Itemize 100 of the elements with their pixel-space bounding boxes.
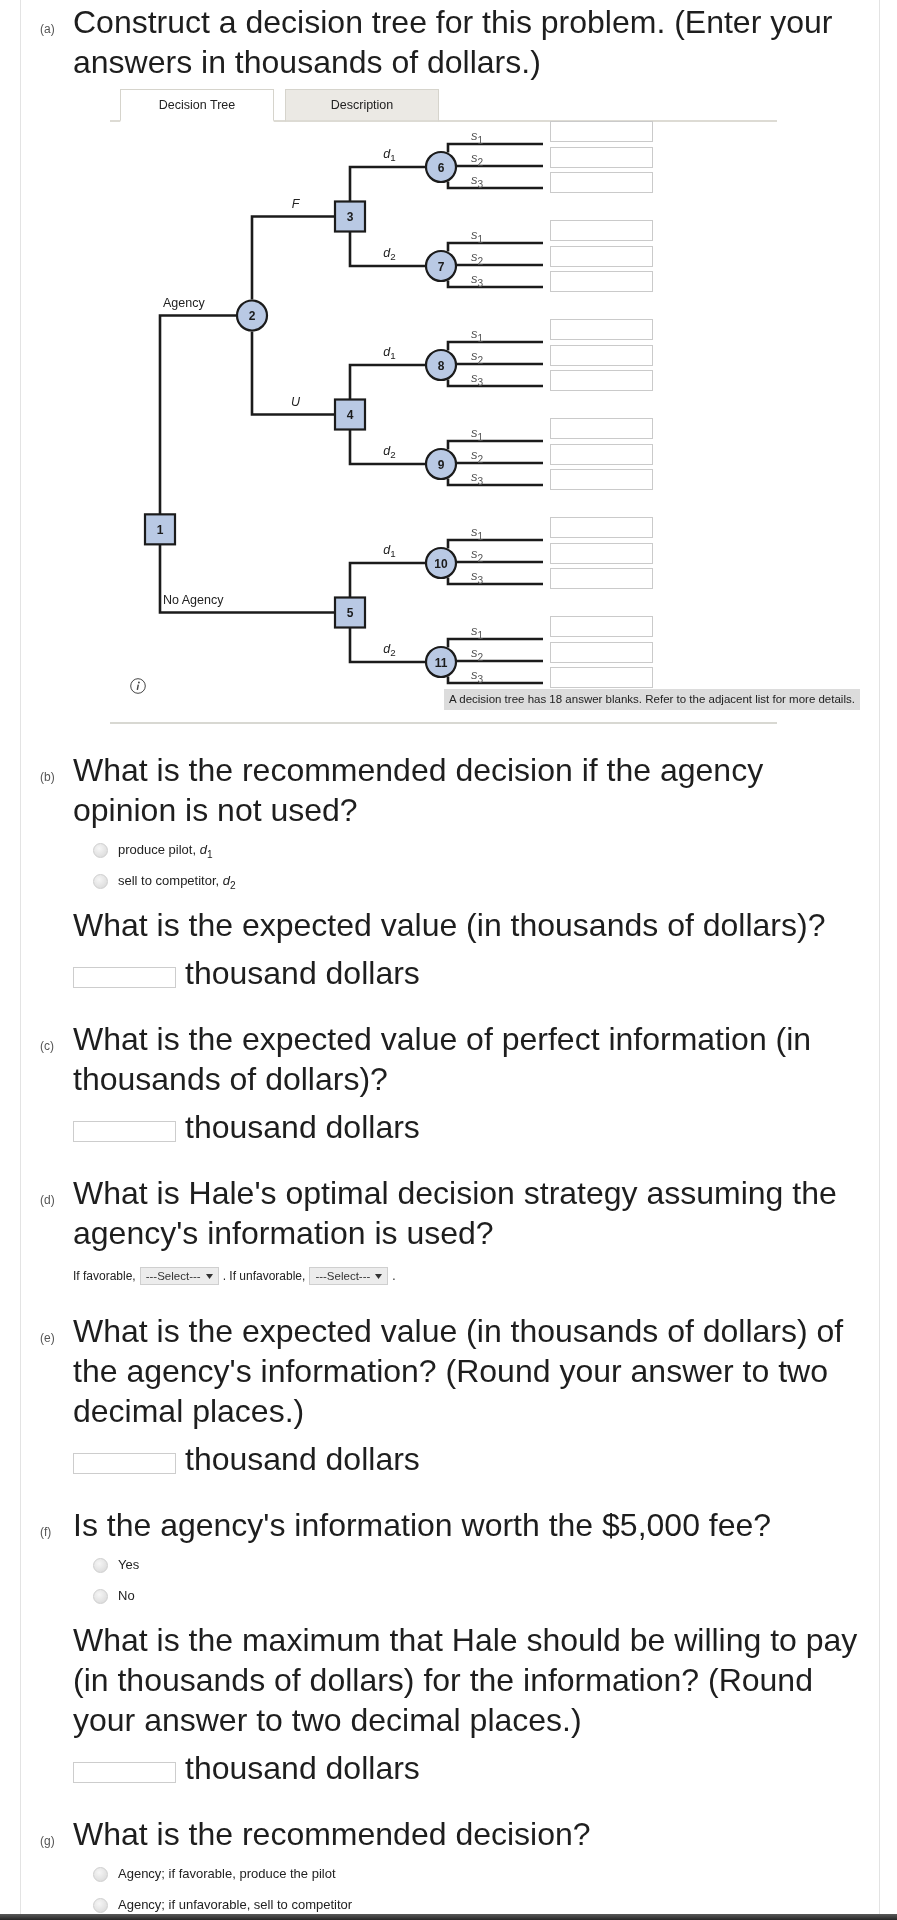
branch-label: U: [291, 394, 300, 410]
outcome-label: s$_{1}$: [470, 129, 484, 143]
caret-icon: [205, 1273, 213, 1279]
answer-box[interactable]: [550, 121, 653, 142]
dropdown[interactable]: ---Select---: [139, 1267, 219, 1285]
answer-box[interactable]: [550, 146, 653, 168]
outcome-label: s$_{1}$: [470, 624, 484, 638]
outcome-label: s$_{1}$: [470, 525, 484, 539]
outcome-label: s$_{3}$: [470, 668, 484, 682]
outcome-label: s$_{1}$: [470, 426, 484, 440]
tab[interactable]: Decision Tree: [120, 89, 274, 122]
answer-field[interactable]: [73, 1121, 176, 1142]
decision-node: 4: [333, 398, 367, 431]
question-text: What is the expected value of perfect information (in thousands of dollars)?: [73, 1020, 813, 1099]
answer-field[interactable]: [73, 1762, 176, 1783]
answer-box[interactable]: [550, 443, 653, 465]
question-text: What is Hale's optimal decision strategy assuming the agency's information is used?: [73, 1174, 838, 1253]
decision-node: 3: [333, 200, 367, 233]
radio-button[interactable]: [93, 1897, 108, 1913]
answer-box[interactable]: [550, 220, 653, 241]
part-label: (e): [40, 1331, 56, 1345]
option-label[interactable]: Yes: [118, 1557, 140, 1573]
part-label: (a): [40, 22, 56, 36]
outcome-label: s$_{2}$: [470, 646, 484, 660]
branch-label: d$_{1}$: [383, 345, 396, 360]
outcome-label: s$_{3}$: [470, 371, 484, 385]
question-text: What is the maximum that Hale should be willing to pay (in thousands of dollars) for the information? (Round your answer to two decimal places.): [73, 1621, 859, 1740]
chance-node: 7: [424, 249, 458, 283]
outcome-label: s$_{3}$: [470, 569, 484, 583]
answer-box[interactable]: [550, 641, 653, 663]
branch-label: d$_{2}$: [383, 246, 396, 261]
question-text: What is the recommended decision if the agency opinion is not used?: [73, 751, 765, 830]
unit-label: thousand dollars: [185, 1108, 420, 1147]
answer-field[interactable]: [73, 1453, 176, 1474]
answer-box[interactable]: [550, 469, 653, 490]
tab[interactable]: Description: [285, 89, 439, 122]
branch-label: d$_{1}$: [383, 147, 396, 162]
part-label: (b): [40, 770, 56, 784]
option-label[interactable]: sell to competitor, d$_{2}$: [118, 873, 236, 889]
branch-label: d$_{1}$: [383, 543, 396, 558]
answer-box[interactable]: [550, 271, 653, 292]
dropdown[interactable]: ---Select---: [309, 1267, 389, 1285]
info-icon[interactable]: [130, 678, 146, 694]
chance-node: 8: [424, 348, 458, 382]
answer-box[interactable]: [550, 319, 653, 340]
answer-box[interactable]: [550, 667, 653, 688]
outcome-label: s$_{1}$: [470, 327, 484, 341]
branch-label: No Agency: [163, 592, 224, 608]
outcome-label: s$_{3}$: [470, 470, 484, 484]
decision-node: 5: [333, 596, 367, 629]
option-label[interactable]: No: [118, 1588, 135, 1604]
chance-node: 2: [235, 299, 269, 332]
chance-node: 9: [424, 447, 458, 481]
caret-icon: [375, 1273, 383, 1279]
outcome-label: s$_{3}$: [470, 173, 484, 187]
answer-box[interactable]: [550, 245, 653, 267]
question-text: What is the expected value (in thousands of dollars)?: [73, 906, 827, 945]
prompt-text: If favorable,: [73, 1269, 136, 1283]
option-label[interactable]: produce pilot, d$_{1}$: [118, 842, 213, 858]
radio-button[interactable]: [93, 873, 108, 889]
radio-button[interactable]: [93, 1866, 108, 1882]
chance-node: 11: [424, 645, 458, 679]
option-label[interactable]: Agency; if unfavorable, sell to competitor: [118, 1897, 353, 1913]
radio-button[interactable]: [93, 1557, 108, 1573]
outcome-label: s$_{2}$: [470, 250, 484, 264]
question-text: Construct a decision tree for this problem. (Enter your answers in thousands of dollars.): [73, 3, 834, 82]
option-label[interactable]: Agency; if favorable, produce the pilot: [118, 1866, 336, 1882]
answer-box[interactable]: [550, 370, 653, 391]
answer-box[interactable]: [550, 568, 653, 589]
answer-box[interactable]: [550, 418, 653, 439]
part-label: (g): [40, 1834, 56, 1848]
answer-box[interactable]: [550, 542, 653, 564]
question-text: Is the agency's information worth the $5,000 fee?: [73, 1506, 773, 1545]
outcome-label: s$_{2}$: [470, 349, 484, 363]
outcome-label: s$_{2}$: [470, 151, 484, 165]
branch-label: d$_{2}$: [383, 444, 396, 459]
question-text: What is the expected value (in thousands of dollars) of the agency's information? (Round your answer to two decimal places.): [73, 1312, 845, 1431]
outcome-label: s$_{2}$: [470, 547, 484, 561]
branch-label: d$_{2}$: [383, 642, 396, 657]
answer-box[interactable]: [550, 172, 653, 193]
outcome-label: s$_{1}$: [470, 228, 484, 242]
outcome-label: s$_{3}$: [470, 272, 484, 286]
decision-node: 1: [143, 513, 177, 546]
outcome-label: s$_{2}$: [470, 448, 484, 462]
answer-box[interactable]: [550, 616, 653, 637]
part-label: (f): [40, 1525, 53, 1539]
radio-button[interactable]: [93, 1588, 108, 1604]
chance-node: 6: [424, 150, 458, 184]
radio-button[interactable]: [93, 842, 108, 858]
unit-label: thousand dollars: [185, 954, 420, 993]
part-label: (c): [40, 1039, 55, 1053]
branch-label: Agency: [163, 295, 205, 311]
question-text: What is the recommended decision?: [73, 1815, 592, 1854]
unit-label: thousand dollars: [185, 1749, 420, 1788]
branch-label: F: [291, 196, 300, 212]
part-label: (d): [40, 1193, 56, 1207]
tree-note: A decision tree has 18 answer blanks. Refer to the adjacent list for more details.: [444, 689, 860, 710]
answer-field[interactable]: [73, 967, 176, 988]
answer-box[interactable]: [550, 517, 653, 538]
answer-box[interactable]: [550, 344, 653, 366]
